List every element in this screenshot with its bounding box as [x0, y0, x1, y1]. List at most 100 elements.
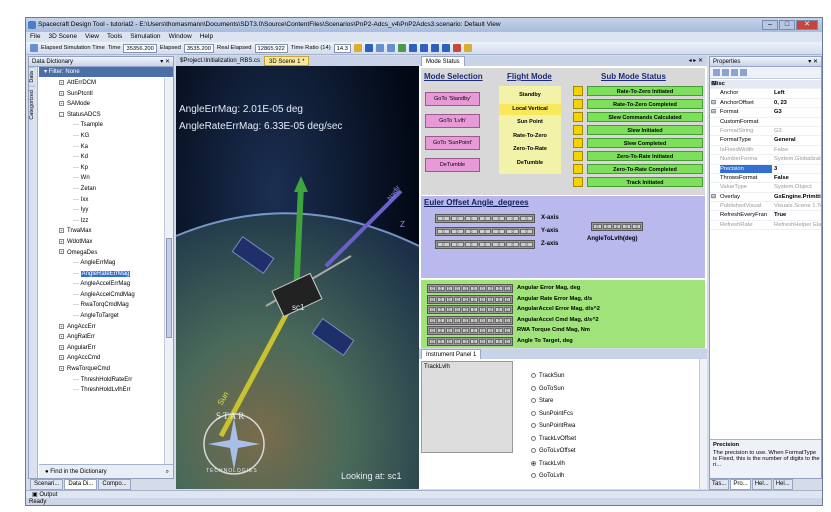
radio-option[interactable]: Stare	[531, 398, 553, 404]
tree-item[interactable]: — AngleAccelErrMag	[39, 279, 164, 290]
pin-icon[interactable]: ▾ ✕	[160, 57, 170, 66]
radio-option[interactable]: TrackLvOffset	[531, 435, 576, 442]
mode-listbox[interactable]: TrackLvlh	[421, 361, 513, 453]
tree-item[interactable]: - StatusADCS	[39, 110, 164, 121]
radio-button[interactable]	[531, 398, 536, 403]
elapsed-sim-dropdown[interactable]: Elapsed Simulation Time	[41, 45, 105, 51]
menu-view[interactable]: View	[85, 32, 99, 42]
find-in-dictionary[interactable]: ● Find in the Dictionary ⌕	[39, 464, 173, 478]
tree-item[interactable]: — RwaTorqCmdMag	[39, 300, 164, 311]
detumble-button[interactable]: DeTumble	[425, 158, 480, 172]
property-value[interactable]: G3	[774, 127, 821, 135]
radio-button[interactable]	[531, 460, 536, 466]
radio-button[interactable]	[531, 385, 536, 391]
expand-icon[interactable]: -	[59, 111, 64, 117]
alphabetical-icon[interactable]	[722, 69, 729, 76]
tree-item[interactable]: + WdotMax	[39, 237, 164, 248]
menu-window[interactable]: Window	[169, 32, 192, 42]
property-value[interactable]: False	[774, 146, 821, 154]
radio-option[interactable]: TrackLvlh	[531, 460, 565, 467]
tree-item[interactable]: + AngRatErr	[39, 332, 164, 343]
property-row[interactable]: IsFixedWidth False	[710, 146, 821, 156]
tree-item[interactable]: + RwaTorqueCmd	[39, 364, 164, 375]
bottom-tab[interactable]: Hel...	[751, 479, 772, 490]
property-value[interactable]: True	[774, 211, 821, 219]
real-elapsed-field[interactable]: 12865.922	[254, 43, 288, 53]
property-row[interactable]: ThrowsFormat False	[710, 174, 821, 184]
property-value[interactable]: 0, 23	[774, 99, 821, 107]
expand-icon[interactable]: +	[59, 79, 64, 85]
property-row[interactable]: RefreshEveryFran True	[710, 211, 821, 221]
property-row[interactable]: RefreshRate RefreshHelper ElapsedWa	[710, 221, 821, 231]
goto-standby-button[interactable]: GoTo 'Standby'	[425, 92, 480, 106]
property-row[interactable]: FormatString G3	[710, 127, 821, 137]
tree-item[interactable]: + AngAccErr	[39, 322, 164, 333]
menu-simulation[interactable]: Simulation	[130, 32, 160, 42]
radio-option[interactable]: GoToLvOffset	[531, 448, 576, 454]
step-forward-icon[interactable]	[419, 44, 428, 52]
tree-item[interactable]: + TrwaMax	[39, 226, 164, 237]
tab-3d-scene[interactable]: 3D Scene 1 *	[264, 56, 310, 66]
expand-icon[interactable]: +	[59, 344, 64, 350]
property-value[interactable]: Visuals.Scene 1.TextOve	[774, 202, 821, 210]
property-value[interactable]: False	[774, 174, 821, 182]
tree-item[interactable]: — AngleAccelCmdMag	[39, 290, 164, 301]
expand-icon[interactable]: +	[59, 365, 64, 371]
bottom-tab[interactable]: Tas...	[709, 479, 730, 490]
filter-bar[interactable]: ▾ Filter: None	[39, 67, 173, 77]
expand-icon[interactable]: +	[59, 355, 64, 361]
radio-button[interactable]	[531, 373, 536, 378]
undo-icon[interactable]	[375, 44, 384, 52]
bottom-tab[interactable]: Data Di...	[64, 479, 98, 490]
scrollbar-thumb[interactable]	[166, 238, 172, 338]
property-row[interactable]: ⊟ Format G3	[710, 108, 821, 118]
refresh-icon[interactable]	[397, 44, 406, 52]
radio-option[interactable]: GoToLvlh	[531, 473, 564, 479]
property-value[interactable]: Left	[774, 89, 821, 97]
redo-icon[interactable]	[386, 44, 395, 52]
time-ratio-field[interactable]: 14.3	[333, 43, 351, 53]
menu-tools[interactable]: Tools	[107, 32, 122, 42]
tree-item[interactable]: + AngularErr	[39, 343, 164, 354]
property-row[interactable]: Precision 3	[710, 164, 821, 174]
tree-item[interactable]: — ThreshHoldLvlhErr	[39, 385, 164, 396]
save-icon[interactable]	[364, 44, 373, 52]
property-value[interactable]: G3	[774, 108, 821, 116]
clock-icon[interactable]	[30, 44, 38, 52]
expand-icon[interactable]: +	[59, 90, 64, 96]
properties-icon[interactable]	[731, 69, 738, 76]
instrument-scrollbar[interactable]	[699, 359, 707, 489]
property-row[interactable]: PublishedVisual Visuals.Scene 1.TextOve	[710, 202, 821, 212]
property-row[interactable]: ⊟ Overlay GxEngine.Primitives.TextC	[710, 193, 821, 203]
property-row[interactable]: NumberForma System.Globalization.Num	[710, 155, 821, 165]
radio-option[interactable]: GoToSun	[531, 385, 564, 392]
expand-icon[interactable]: +	[59, 101, 64, 107]
expand-icon[interactable]: +	[59, 238, 64, 244]
close-button[interactable]: ✕	[796, 20, 818, 30]
tree-item[interactable]: — Ixx	[39, 195, 164, 206]
radio-option[interactable]: SunPointRwa	[531, 423, 575, 429]
maximize-button[interactable]: □	[779, 20, 795, 30]
property-value[interactable]: System.Object	[774, 183, 821, 191]
settings-icon[interactable]	[463, 44, 472, 52]
tree-item[interactable]: — Iyy	[39, 205, 164, 216]
radio-button[interactable]	[531, 435, 536, 441]
bottom-tab[interactable]: Hel...	[772, 479, 793, 490]
goto-lvlh-button[interactable]: GoTo 'Lvlh'	[425, 114, 480, 128]
bottom-tab[interactable]: Pro...	[730, 479, 751, 490]
pin-icon[interactable]: ▾ ✕	[808, 57, 818, 66]
tab-categorized[interactable]: Categorized	[29, 85, 35, 123]
tree-item[interactable]: — Kd	[39, 152, 164, 163]
tree-item[interactable]: — AngleToTarget	[39, 311, 164, 322]
radio-button[interactable]	[531, 448, 536, 453]
property-row[interactable]: ⊟ Misc	[710, 80, 821, 90]
menu-help[interactable]: Help	[200, 32, 213, 42]
play-icon[interactable]	[408, 44, 417, 52]
property-row[interactable]: ⊟ AnchorOffset 0, 23	[710, 99, 821, 109]
fast-forward-icon[interactable]	[441, 44, 450, 52]
tab-initialization[interactable]: $Project.\Initialization_RBS.cs	[176, 56, 264, 66]
bottom-tab[interactable]: Compo...	[98, 479, 131, 490]
tree-item[interactable]: + OmegaDes	[39, 248, 164, 259]
property-row[interactable]: CustomFormat	[710, 118, 821, 127]
tree-item[interactable]: + SAMode	[39, 99, 164, 110]
